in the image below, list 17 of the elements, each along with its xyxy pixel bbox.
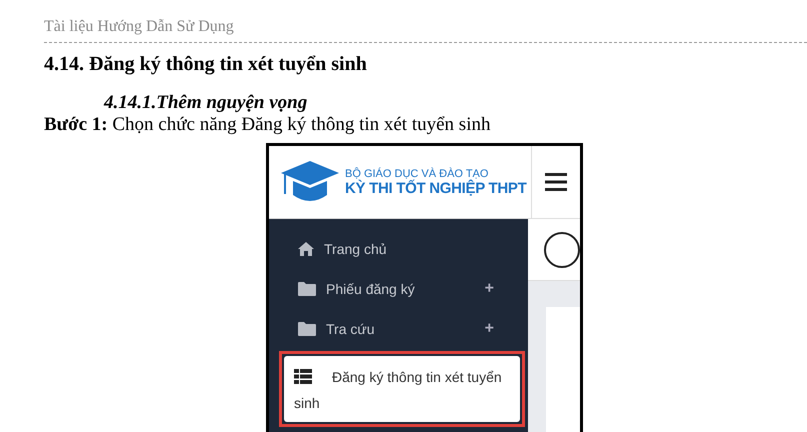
home-icon — [298, 242, 314, 256]
exam-name: KỲ THI TỐT NGHIỆP THPT — [345, 180, 526, 196]
avatar-icon[interactable] — [544, 232, 580, 268]
sidebar-item[interactable]: Đăng ký thông tin xét tuyển sinh — [284, 356, 520, 422]
step-instruction: Bước 1: Chọn chức năng Đăng ký thông tin xét tuyển sinh — [44, 114, 490, 136]
sidebar-item[interactable]: Trang chủ — [282, 229, 504, 269]
sidebar-item[interactable]: Tra cứu + — [282, 309, 504, 349]
list-icon — [294, 369, 312, 384]
folder-icon — [298, 322, 316, 336]
menu-icon[interactable] — [545, 173, 567, 191]
subsection-heading: 4.14.1.Thêm nguyện vọng — [104, 92, 308, 114]
folder-icon — [298, 282, 316, 296]
page-header: Tài liệu Hướng Dẫn Sử Dụng — [44, 18, 234, 36]
section-heading: 4.14. Đăng ký thông tin xét tuyển sinh — [44, 53, 367, 76]
ministry-name: BỘ GIÁO DỤC VÀ ĐÀO TẠO — [345, 168, 490, 180]
sidebar-item[interactable]: Phiếu đăng ký + — [282, 269, 504, 309]
graduation-cap-icon — [281, 161, 339, 203]
